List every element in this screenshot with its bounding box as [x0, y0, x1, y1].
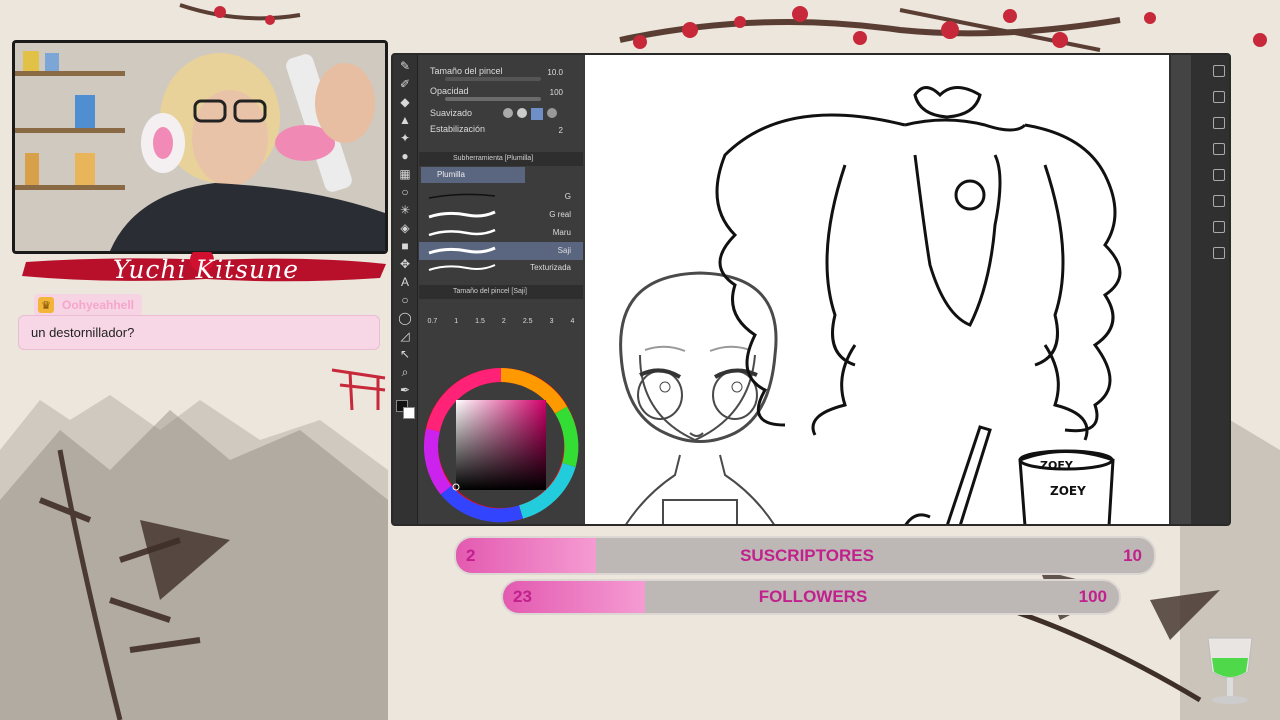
panel-icon[interactable] — [1213, 221, 1225, 233]
follower-goal-bar: 23 FOLLOWERS 100 — [501, 579, 1121, 615]
glass-mascot-icon — [1207, 637, 1253, 704]
panel-icon[interactable] — [1213, 65, 1225, 77]
pen-tool-icon[interactable]: ✎ — [398, 59, 412, 73]
opacity-row[interactable]: Opacidad 100 — [419, 83, 583, 103]
brush-name: G — [564, 192, 571, 201]
ruler-tool-icon[interactable]: ◿ — [398, 329, 412, 343]
panel-icon[interactable] — [1213, 247, 1225, 259]
frame-tool-icon[interactable]: ▦ — [398, 167, 412, 181]
follower-goal-target: 100 — [1078, 587, 1107, 606]
panel-icon[interactable] — [1213, 91, 1225, 103]
brush-size-slider[interactable] — [445, 77, 541, 81]
size-preset-labels[interactable]: 0.7 1 1.5 2 2.5 3 4 — [419, 318, 583, 325]
eyedropper-tool-icon[interactable]: ✒ — [398, 383, 412, 397]
bowl-label: ZOEY — [1040, 459, 1074, 472]
stabilization-label: Estabilización — [430, 124, 486, 134]
fill-tool-icon[interactable]: ● — [398, 149, 412, 163]
webcam-feed — [12, 40, 388, 254]
size-preset[interactable]: 4 — [571, 318, 575, 325]
smoothing-label: Suavizado — [430, 108, 473, 118]
brush-stroke-preview — [428, 193, 496, 199]
panel-icon[interactable] — [1213, 117, 1225, 129]
color-fill-icon[interactable]: ■ — [398, 239, 412, 253]
drawing-canvas[interactable]: ZOEY ZOEY — [585, 55, 1169, 526]
brush-item-selected[interactable]: Saji — [419, 242, 583, 260]
subtool-selected[interactable]: Plumilla — [421, 167, 525, 183]
brush-stroke-preview — [428, 228, 496, 237]
tool-property-panel: Tamaño del pincel 10.0 Opacidad 100 Suav… — [419, 55, 583, 525]
eraser-tool-icon[interactable]: ◆ — [398, 95, 412, 109]
size-preset[interactable]: 1.5 — [475, 318, 485, 325]
brush-item[interactable]: G — [419, 188, 583, 206]
streamer-nameplate: Yuchi Kitsune — [20, 252, 392, 286]
right-panel-bar — [1169, 55, 1229, 524]
streamer-name: Yuchi Kitsune — [112, 254, 300, 284]
webcam-image — [15, 43, 385, 251]
brush-size-label: Tamaño del pincel — [430, 66, 503, 76]
chat-message: un destornillador? — [18, 315, 380, 350]
operation-tool-icon[interactable]: ↖ — [398, 347, 412, 361]
smoothing-options[interactable] — [503, 108, 569, 121]
brush-size-row[interactable]: Tamaño del pincel 10.0 — [419, 63, 583, 83]
text-tool-icon[interactable]: A — [398, 275, 412, 289]
follower-goal-label: FOLLOWERS — [758, 587, 868, 606]
size-presets: 0.7 1 1.5 2 2.5 3 4 — [419, 300, 583, 332]
brush-stroke-preview — [428, 264, 496, 271]
opacity-label: Opacidad — [430, 86, 469, 96]
move-tool-icon[interactable]: ✥ — [398, 257, 412, 271]
brush-name: Saji — [557, 246, 571, 255]
brush-item[interactable]: G real — [419, 206, 583, 224]
bucket-tool-icon[interactable]: ▲ — [398, 113, 412, 127]
bowl-label-2: ZOEY — [1050, 484, 1086, 498]
drawing-app-window[interactable]: ✎ ✐ ◆ ▲ ✦ ● ▦ ○ ✳ ◈ ■ ✥ A ○ ◯ ◿ ↖ ⌕ ✒ Ta… — [391, 53, 1231, 526]
zoom-tool-icon[interactable]: ⌕ — [398, 365, 412, 379]
gradient-tool-icon[interactable]: ◈ — [398, 221, 412, 235]
tool-bar: ✎ ✐ ◆ ▲ ✦ ● ▦ ○ ✳ ◈ ■ ✥ A ○ ◯ ◿ ↖ ⌕ ✒ — [393, 55, 418, 524]
brush-stroke-preview — [428, 210, 496, 219]
lasso-tool-icon[interactable]: ○ — [398, 185, 412, 199]
size-preset[interactable]: 2 — [502, 318, 506, 325]
opacity-value: 100 — [549, 88, 563, 97]
size-preset[interactable]: 2.5 — [523, 318, 533, 325]
size-preset[interactable]: 1 — [454, 318, 458, 325]
brush-name: Texturizada — [530, 263, 571, 272]
panel-icon[interactable] — [1213, 169, 1225, 181]
subscriber-goal-target: 10 — [1123, 545, 1142, 565]
blend-tool-icon[interactable]: ✦ — [398, 131, 412, 145]
subscriber-goal-label: SUSCRIPTORES — [740, 545, 874, 565]
panel-icon[interactable] — [1213, 143, 1225, 155]
brush-item[interactable]: Maru — [419, 224, 583, 242]
size-preset[interactable]: 3 — [550, 318, 554, 325]
brush-size-value: 10.0 — [547, 68, 563, 77]
brush-name: G real — [549, 210, 571, 219]
brush-name: Maru — [552, 228, 571, 237]
chat-username-badge: ♛ Oohyeahhell — [34, 294, 143, 316]
stabilization-value: 2 — [558, 126, 563, 135]
stabilization-row[interactable]: Estabilización 2 — [419, 121, 583, 141]
opacity-slider[interactable] — [445, 97, 541, 101]
magic-wand-icon[interactable]: ✳ — [398, 203, 412, 217]
brush-stroke-preview — [428, 246, 496, 255]
pencil-tool-icon[interactable]: ✐ — [398, 77, 412, 91]
figure-tool-icon[interactable]: ○ — [398, 293, 412, 307]
chat-username: Oohyeahhell — [62, 298, 135, 312]
sub-color-swatch[interactable] — [403, 407, 415, 419]
subscriber-goal-bar: 2 SUSCRIPTORES 10 — [454, 536, 1156, 575]
subtool-header: Subherramienta [Plumilla] — [419, 152, 583, 166]
crown-icon: ♛ — [38, 297, 54, 313]
select-tool-icon[interactable]: ◯ — [398, 311, 412, 325]
size-header: Tamaño del pincel [Saji] — [419, 285, 583, 299]
scrollbar[interactable] — [1171, 55, 1191, 524]
color-wheel[interactable] — [421, 365, 581, 525]
brush-item[interactable]: Texturizada — [419, 259, 583, 277]
size-preset[interactable]: 0.7 — [428, 318, 438, 325]
panel-icon[interactable] — [1213, 195, 1225, 207]
